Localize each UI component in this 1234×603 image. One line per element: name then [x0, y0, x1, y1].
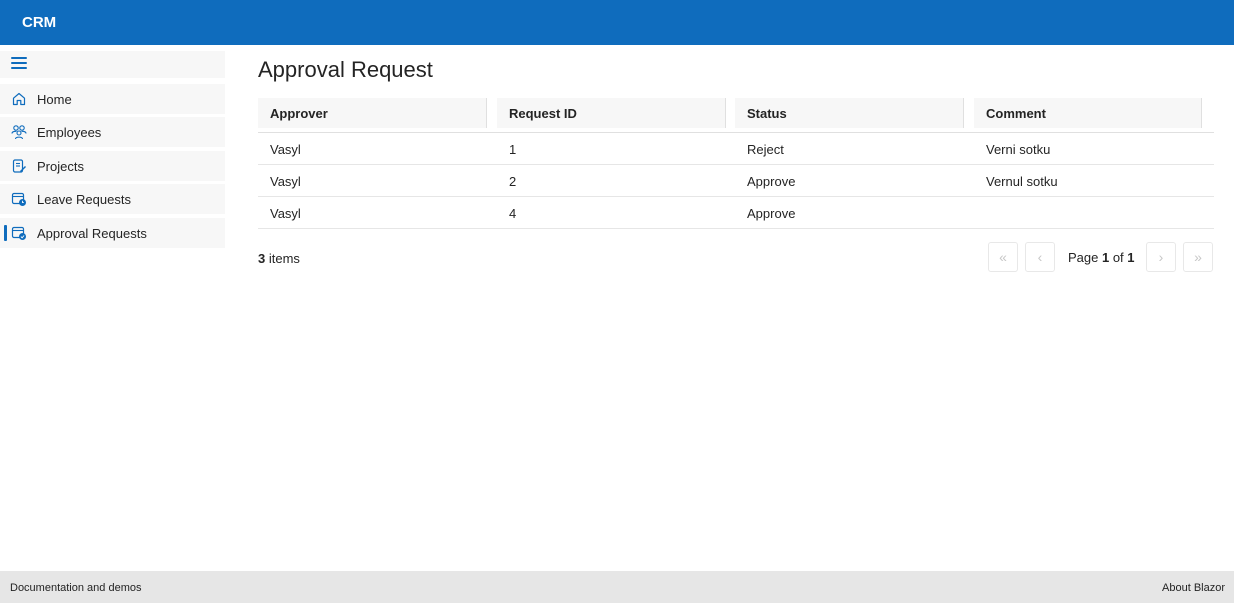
about-blazor-link[interactable]: About Blazor	[1162, 582, 1225, 594]
table-row[interactable]: Vasyl 4 Approve	[258, 197, 1214, 229]
table-row[interactable]: Vasyl 2 Approve Vernul sotku	[258, 165, 1214, 197]
next-page-button[interactable]: ›	[1146, 242, 1176, 272]
sidebar-item-label: Approval Requests	[37, 225, 147, 241]
sidebar-item-label: Home	[37, 91, 72, 107]
home-icon	[11, 91, 27, 107]
cell-approver: Vasyl	[270, 205, 301, 221]
cell-status: Approve	[747, 173, 796, 189]
hamburger-menu-icon[interactable]	[11, 57, 27, 71]
people-icon	[11, 124, 27, 140]
grid-pager: 3 items « ‹ Page 1 of 1 › »	[258, 242, 1214, 274]
cell-request-id: 1	[509, 141, 517, 157]
chevron-right-icon: ›	[1158, 249, 1164, 265]
double-chevron-left-icon: «	[999, 249, 1007, 265]
sidebar-item-employees[interactable]: Employees	[0, 117, 225, 147]
approval-requests-grid: Approver Request ID Status Comment Vasyl…	[258, 95, 1214, 229]
page-title: Approval Request	[258, 57, 433, 82]
calendar-check-icon	[11, 225, 27, 241]
calendar-clock-icon	[11, 191, 27, 207]
active-nav-indicator	[4, 225, 7, 241]
sidebar-item-home[interactable]: Home	[0, 84, 225, 114]
footer-bar: Documentation and demos About Blazor	[0, 571, 1234, 603]
clipboard-icon	[11, 158, 27, 174]
sidebar-toggle-row	[0, 51, 225, 78]
sidebar-item-label: Leave Requests	[37, 191, 131, 207]
sidebar-item-leave-requests[interactable]: Leave Requests	[0, 184, 225, 214]
prev-page-button[interactable]: ‹	[1025, 242, 1055, 272]
sidebar-item-label: Employees	[37, 124, 102, 140]
cell-status: Approve	[747, 205, 796, 221]
first-page-button[interactable]: «	[988, 242, 1018, 272]
app-title: CRM	[22, 14, 57, 31]
column-header-request-id[interactable]: Request ID	[497, 98, 726, 128]
documentation-link[interactable]: Documentation and demos	[10, 582, 141, 594]
column-header-approver[interactable]: Approver	[258, 98, 487, 128]
cell-approver: Vasyl	[270, 141, 301, 157]
sidebar-item-label: Projects	[37, 158, 84, 174]
cell-status: Reject	[747, 141, 784, 157]
cell-comment: Vernul sotku	[986, 173, 1058, 189]
column-header-comment[interactable]: Comment	[974, 98, 1202, 128]
grid-header-row: Approver Request ID Status Comment	[258, 95, 1214, 133]
top-app-bar: CRM	[0, 0, 1234, 45]
sidebar-item-approval-requests[interactable]: Approval Requests	[0, 218, 225, 248]
cell-approver: Vasyl	[270, 173, 301, 189]
items-count: 3 items	[258, 251, 300, 266]
cell-comment: Verni sotku	[986, 141, 1051, 157]
page-indicator: Page 1 of 1	[1068, 250, 1135, 265]
cell-request-id: 4	[509, 205, 517, 221]
last-page-button[interactable]: »	[1183, 242, 1213, 272]
cell-request-id: 2	[509, 173, 517, 189]
table-row[interactable]: Vasyl 1 Reject Verni sotku	[258, 133, 1214, 165]
double-chevron-right-icon: »	[1194, 249, 1202, 265]
chevron-left-icon: ‹	[1037, 249, 1043, 265]
sidebar-item-projects[interactable]: Projects	[0, 151, 225, 181]
column-header-status[interactable]: Status	[735, 98, 964, 128]
